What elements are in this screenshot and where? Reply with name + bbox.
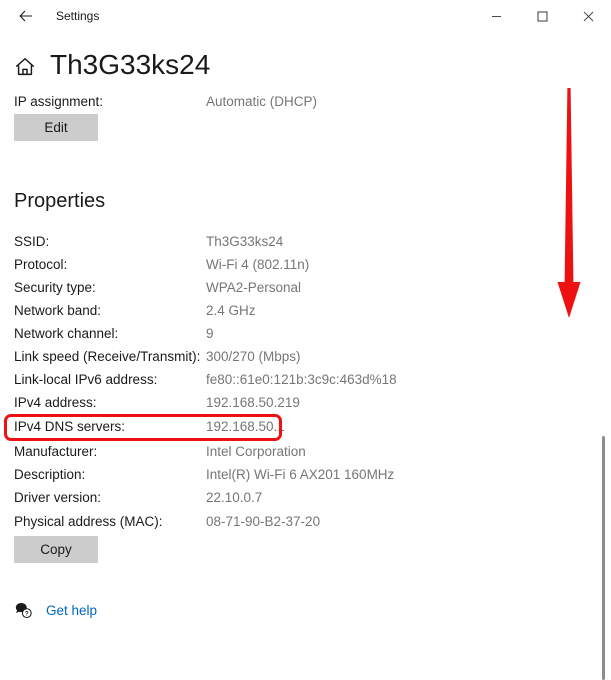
property-value: Intel Corporation bbox=[206, 444, 306, 459]
window-caption-buttons bbox=[473, 0, 611, 32]
ip-assignment-value: Automatic (DHCP) bbox=[206, 94, 318, 109]
property-row-ipv4-dns-servers: IPv4 DNS servers: 192.168.50.1 bbox=[14, 416, 574, 437]
scrollbar-thumb[interactable] bbox=[602, 436, 605, 680]
property-row-protocol: Protocol: Wi-Fi 4 (802.11n) bbox=[14, 254, 574, 275]
property-row-network-channel: Network channel: 9 bbox=[14, 323, 574, 344]
property-label: Manufacturer: bbox=[14, 444, 98, 459]
property-row-security-type: Security type: WPA2-Personal bbox=[14, 277, 574, 298]
property-row-physical-address: Physical address (MAC): 08-71-90-B2-37-2… bbox=[14, 511, 574, 532]
property-value: 192.168.50.1 bbox=[206, 419, 285, 434]
page-header: Th3G33ks24 bbox=[14, 48, 210, 82]
svg-text:?: ? bbox=[25, 612, 29, 618]
home-icon[interactable] bbox=[14, 56, 36, 78]
property-label: Network channel: bbox=[14, 326, 119, 341]
back-arrow-icon bbox=[19, 10, 32, 22]
property-row-ssid: SSID: Th3G33ks24 bbox=[14, 231, 574, 252]
ip-assignment-row: IP assignment: Automatic (DHCP) bbox=[14, 91, 574, 112]
property-label: Network band: bbox=[14, 303, 102, 318]
maximize-icon bbox=[536, 10, 548, 22]
property-label: IPv4 DNS servers: bbox=[14, 419, 126, 434]
get-help-link[interactable]: Get help bbox=[46, 601, 97, 620]
property-value: 9 bbox=[206, 326, 214, 341]
property-value: Wi-Fi 4 (802.11n) bbox=[206, 257, 310, 272]
property-value: 300/270 (Mbps) bbox=[206, 349, 301, 364]
property-row-link-local-ipv6: Link-local IPv6 address: fe80::61e0:121b… bbox=[14, 369, 574, 390]
property-value: 192.168.50.219 bbox=[206, 395, 300, 410]
property-row-network-band: Network band: 2.4 GHz bbox=[14, 300, 574, 321]
property-value: 22.10.0.7 bbox=[206, 490, 263, 505]
property-row-driver-version: Driver version: 22.10.0.7 bbox=[14, 487, 574, 508]
maximize-button[interactable] bbox=[519, 0, 565, 32]
property-row-ipv4-address: IPv4 address: 192.168.50.219 bbox=[14, 392, 574, 413]
property-row-manufacturer: Manufacturer: Intel Corporation bbox=[14, 441, 574, 462]
property-value: fe80::61e0:121b:3c9c:463d%18 bbox=[206, 372, 397, 387]
property-label: Driver version: bbox=[14, 490, 102, 505]
property-value: Th3G33ks24 bbox=[206, 234, 284, 249]
ip-assignment-label: IP assignment: bbox=[14, 94, 104, 109]
get-help-container[interactable]: ? Get help bbox=[14, 601, 97, 620]
properties-heading: Properties bbox=[14, 190, 106, 212]
property-value: WPA2-Personal bbox=[206, 280, 302, 295]
property-value: Intel(R) Wi-Fi 6 AX201 160MHz bbox=[206, 467, 395, 482]
minimize-button[interactable] bbox=[473, 0, 519, 32]
title-bar: Settings bbox=[0, 0, 611, 32]
edit-button[interactable]: Edit bbox=[14, 114, 98, 141]
close-button[interactable] bbox=[565, 0, 611, 32]
property-label: Link-local IPv6 address: bbox=[14, 372, 158, 387]
property-row-link-speed: Link speed (Receive/Transmit): 300/270 (… bbox=[14, 346, 574, 367]
property-label: Link speed (Receive/Transmit): bbox=[14, 349, 201, 364]
page-title: Th3G33ks24 bbox=[50, 49, 211, 80]
scrollbar[interactable] bbox=[595, 32, 611, 680]
property-value: 2.4 GHz bbox=[206, 303, 256, 318]
property-label: Physical address (MAC): bbox=[14, 514, 163, 529]
close-icon bbox=[583, 11, 593, 21]
minimize-icon bbox=[491, 15, 501, 17]
copy-button[interactable]: Copy bbox=[14, 536, 98, 563]
app-title: Settings bbox=[56, 9, 100, 23]
property-row-description: Description: Intel(R) Wi-Fi 6 AX201 160M… bbox=[14, 464, 574, 485]
property-label: Description: bbox=[14, 467, 86, 482]
property-label: Security type: bbox=[14, 280, 96, 295]
property-label: SSID: bbox=[14, 234, 50, 249]
property-label: Protocol: bbox=[14, 257, 68, 272]
back-button[interactable] bbox=[6, 0, 46, 32]
property-label: IPv4 address: bbox=[14, 395, 97, 410]
help-question-bubble-icon: ? bbox=[15, 603, 32, 619]
property-value: 08-71-90-B2-37-20 bbox=[206, 514, 321, 529]
